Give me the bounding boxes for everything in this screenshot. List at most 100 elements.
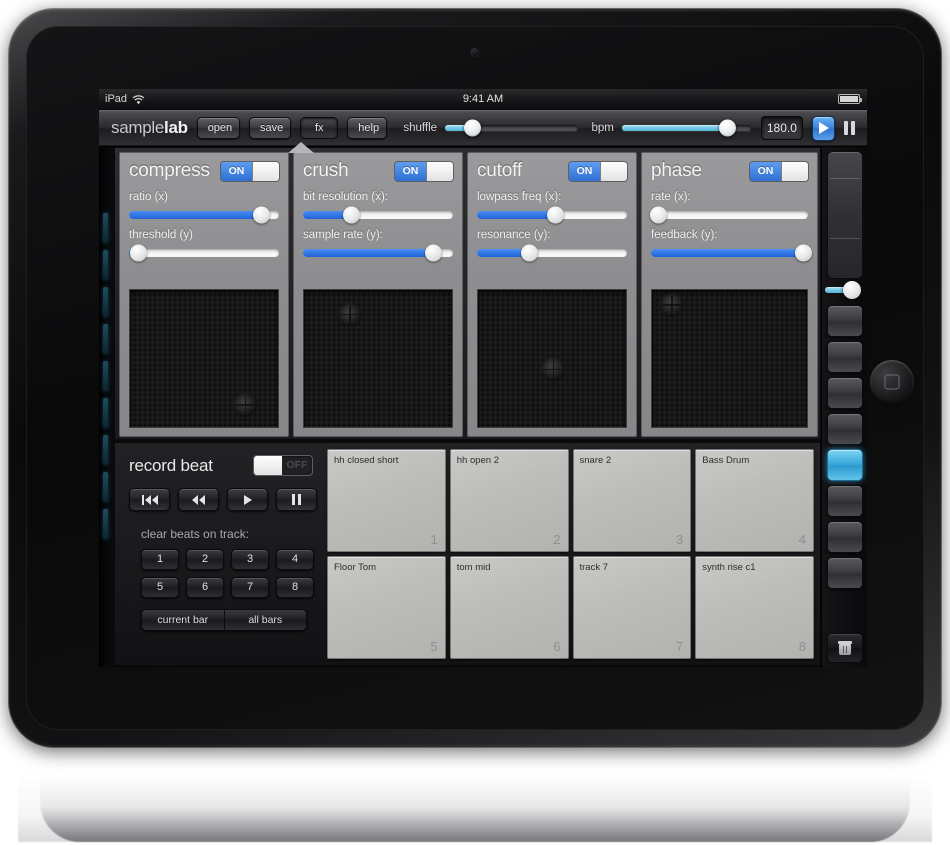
fx-slider-feedback[interactable] xyxy=(651,244,812,262)
master-volume-slider-knob[interactable] xyxy=(843,281,861,299)
fx-param-lowpass-freq: lowpass freq (x): xyxy=(468,191,636,224)
clear-track-button-4[interactable]: 4 xyxy=(276,549,314,570)
sample-pad-8[interactable]: synth rise c1 8 xyxy=(695,556,814,659)
track-button-3[interactable] xyxy=(827,377,863,409)
track-button-5-selected[interactable] xyxy=(827,449,863,481)
fx-xypad-cutoff-puck[interactable] xyxy=(541,357,566,382)
track-button-4[interactable] xyxy=(827,413,863,445)
fx-toggle-compress-knob xyxy=(252,161,279,181)
sample-pad-7-number: 7 xyxy=(676,639,684,654)
sample-pad-2[interactable]: hh open 2 2 xyxy=(449,449,569,552)
open-button[interactable]: open xyxy=(196,117,241,139)
clear-track-button-3[interactable]: 3 xyxy=(231,549,269,570)
fx-slider-feedback-knob[interactable] xyxy=(794,244,812,262)
fx-slider-sample-rate-knob[interactable] xyxy=(425,244,442,262)
fx-button[interactable]: fx xyxy=(300,117,339,139)
fx-toggle-phase[interactable]: ON xyxy=(749,160,809,182)
logo-light: sample xyxy=(111,118,165,137)
logo-bold: lab xyxy=(164,118,188,137)
track-overview-window[interactable] xyxy=(827,151,863,279)
clear-track-button-6[interactable]: 6 xyxy=(186,577,224,598)
play-button[interactable] xyxy=(811,115,835,141)
fx-slider-ratio-fill xyxy=(129,211,261,219)
fx-xypad-crush[interactable] xyxy=(303,289,453,428)
fx-param-label-bit-resolution: bit resolution (x): xyxy=(303,191,389,203)
sample-pad-6[interactable]: tom mid 6 xyxy=(449,556,569,659)
fx-xypad-compress[interactable] xyxy=(129,289,279,428)
clear-track-button-2[interactable]: 2 xyxy=(186,549,224,570)
app-toolbar: samplelab open save fx help shuffle bpm … xyxy=(99,110,867,147)
fx-toggle-cutoff[interactable]: ON xyxy=(568,160,628,182)
help-button[interactable]: help xyxy=(347,117,388,139)
bpm-value-display[interactable]: 180.0 xyxy=(760,116,803,140)
fx-xypad-phase-puck[interactable] xyxy=(660,293,685,318)
rewind-icon xyxy=(192,494,205,505)
fx-toggle-crush-label: ON xyxy=(395,161,426,181)
fx-slider-resonance-knob[interactable] xyxy=(521,244,538,262)
bpm-slider-knob[interactable] xyxy=(719,119,737,137)
left-rail-indicator xyxy=(103,398,108,428)
sample-pad-4[interactable]: Bass Drum 4 xyxy=(695,449,814,552)
shuffle-slider-knob[interactable] xyxy=(464,119,482,137)
fx-title-crush: crush xyxy=(303,160,349,181)
sample-pad-1[interactable]: hh closed short 1 xyxy=(327,449,446,552)
fx-column-phase: phase ON rate (x): feedback (y): xyxy=(641,152,818,437)
fx-title-cutoff: cutoff xyxy=(477,160,522,181)
fx-slider-ratio[interactable] xyxy=(129,206,279,224)
sample-pad-5-number: 5 xyxy=(430,639,438,654)
fx-xypad-phase[interactable] xyxy=(651,289,808,428)
fx-slider-ratio-knob[interactable] xyxy=(252,206,270,224)
track-button-8[interactable] xyxy=(827,557,863,589)
bpm-slider[interactable] xyxy=(621,118,751,138)
fx-toggle-cutoff-label: ON xyxy=(569,161,600,181)
fx-slider-sample-rate[interactable] xyxy=(303,244,453,262)
fx-slider-lowpass-freq-fill xyxy=(477,211,555,219)
status-bar-clock: 9:41 AM xyxy=(462,93,504,105)
rewind-button[interactable] xyxy=(178,488,219,511)
fx-slider-bit-resolution[interactable] xyxy=(303,206,453,224)
fx-slider-lowpass-freq-knob[interactable] xyxy=(546,206,564,224)
record-pause-button[interactable] xyxy=(276,488,317,511)
fx-slider-lowpass-freq[interactable] xyxy=(477,206,627,224)
record-beat-header: record beat OFF xyxy=(129,455,313,476)
record-beat-toggle[interactable]: OFF xyxy=(253,455,313,476)
all-bars-button[interactable]: all bars xyxy=(224,610,306,630)
track-button-1[interactable] xyxy=(827,305,863,337)
track-button-7[interactable] xyxy=(827,521,863,553)
sample-pad-5[interactable]: Floor Tom 5 xyxy=(327,556,446,659)
master-volume-slider[interactable] xyxy=(822,279,867,301)
sample-pad-3[interactable]: snare 2 3 xyxy=(572,449,692,552)
track-button-2[interactable] xyxy=(827,341,863,373)
save-button[interactable]: save xyxy=(249,117,292,139)
sample-pad-7[interactable]: track 7 7 xyxy=(572,556,692,659)
sample-pad-6-number: 6 xyxy=(553,639,561,654)
delete-track-button[interactable] xyxy=(827,633,863,663)
fx-xypad-compress-puck[interactable] xyxy=(233,393,258,418)
skip-back-icon xyxy=(141,494,158,505)
clear-track-button-1[interactable]: 1 xyxy=(141,549,179,570)
current-bar-button[interactable]: current bar xyxy=(142,610,225,630)
fx-slider-threshold[interactable] xyxy=(129,244,279,262)
home-button[interactable] xyxy=(870,360,914,404)
left-rail-indicator xyxy=(103,509,108,539)
fx-slider-rate-knob[interactable] xyxy=(650,206,668,224)
fx-slider-bit-resolution-knob[interactable] xyxy=(342,206,360,224)
status-bar: iPad 9:41 AM xyxy=(99,89,867,110)
fx-xypad-cutoff[interactable] xyxy=(477,289,627,428)
fx-xypad-crush-puck[interactable] xyxy=(337,302,362,327)
fx-column-compress: compress ON ratio (x) threshold (y) xyxy=(119,152,289,437)
clear-track-button-7[interactable]: 7 xyxy=(231,577,269,598)
record-play-button[interactable] xyxy=(227,488,268,511)
clear-track-button-8[interactable]: 8 xyxy=(276,577,314,598)
fx-slider-threshold-knob[interactable] xyxy=(129,244,147,262)
shuffle-slider[interactable] xyxy=(445,118,578,138)
sample-pad-1-name: hh closed short xyxy=(334,455,399,466)
fx-slider-resonance[interactable] xyxy=(477,244,627,262)
fx-toggle-compress[interactable]: ON xyxy=(220,160,280,182)
pause-button[interactable] xyxy=(840,116,859,141)
skip-back-button[interactable] xyxy=(129,488,170,511)
clear-track-button-5[interactable]: 5 xyxy=(141,577,179,598)
track-button-6[interactable] xyxy=(827,485,863,517)
fx-toggle-crush[interactable]: ON xyxy=(394,160,454,182)
fx-slider-rate[interactable] xyxy=(650,206,808,224)
